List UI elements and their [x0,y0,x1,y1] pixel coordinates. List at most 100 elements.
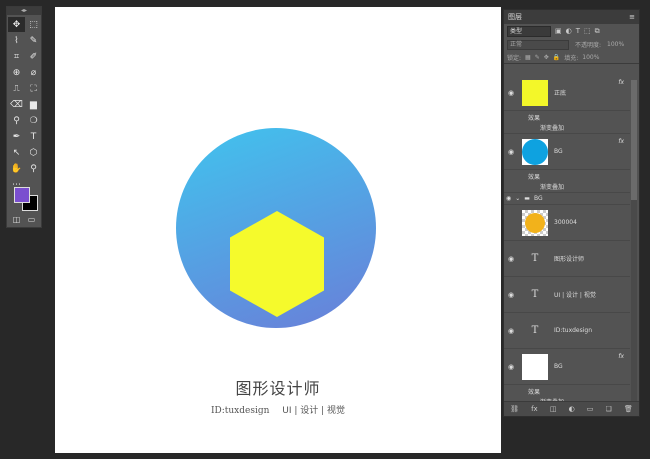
lock-pixels-icon[interactable]: ▦ [525,54,531,61]
dodge-tool-icon[interactable]: ❍ [25,113,42,128]
layer-row[interactable]: ◉ T UI | 设计 | 视觉 [504,277,630,313]
layer-group-row[interactable]: ◉ ⌄ ▬ BG [504,193,630,205]
effect-gradient-overlay[interactable]: 渐变叠加 [540,123,564,132]
layer-row[interactable]: ◉ T ID:tuxdesign [504,313,630,349]
blend-row: 正常 不透明度: 100% [504,38,639,51]
shape-tool-icon[interactable]: ⬡ [25,145,42,160]
layer-filter-row: 类型 ▣ ◐ T ⬚ ⧉ [504,24,639,38]
healing-tool-icon[interactable]: ⊕ [8,65,25,80]
filter-smart-icon[interactable]: ⧉ [595,27,600,36]
group-chevron-icon[interactable]: ⌄ [515,195,520,202]
layer-fx-icon[interactable]: fx [618,353,624,360]
crop-tool-icon[interactable]: ⌗ [8,49,25,64]
color-swatches[interactable] [14,187,38,213]
layer-row[interactable]: ◉ T 图形设计师 [504,241,630,277]
effects-label: 效果 [528,115,541,122]
layer-list: ◉ 正底 fx 效果 渐变叠加 ◉ BG fx 效果 渐变叠加 ◉ ⌄ ▬ BG [504,75,630,408]
path-select-tool-icon[interactable]: ↖ [8,145,25,160]
add-style-icon[interactable]: fx [531,405,538,413]
fill-label: 填充: [564,54,579,62]
adjustment-layer-icon[interactable]: ◐ [569,405,575,413]
layers-scrollbar[interactable] [631,80,637,410]
layers-panel-header: 图层 ≡ [504,10,639,24]
filter-type-icon[interactable]: T [576,27,580,35]
screen-mode-icon[interactable]: ▭ [28,215,36,224]
lock-row: 锁定: ▦ ✎ ✥ 🔒 填充: 100% [504,51,639,64]
layer-name: BG [554,363,563,370]
layer-fx-icon[interactable]: fx [618,79,624,86]
eraser-tool-icon[interactable]: ⌫ [8,97,25,112]
type-tool-icon[interactable]: T [25,129,42,144]
add-mask-icon[interactable]: ◫ [550,405,557,413]
fill-value[interactable]: 100% [582,54,599,61]
group-name: BG [533,195,543,202]
marquee-tool-icon[interactable]: ⬚ [25,17,42,32]
brush-tool-icon[interactable]: ⌀ [25,65,42,80]
visibility-eye-icon[interactable]: ◉ [504,327,518,335]
visibility-eye-icon[interactable]: ◉ [504,89,518,97]
new-layer-icon[interactable]: ❏ [606,405,612,413]
tools-panel-header[interactable]: ◂▸ [7,7,41,15]
layers-footer: ⛓ fx ◫ ◐ ▭ ❏ 🗑 [504,401,639,416]
layer-row[interactable]: 300004 [504,205,630,241]
layer-thumbnail [522,79,548,106]
layer-thumbnail [522,353,548,380]
visibility-eye-icon[interactable]: ◉ [504,363,518,371]
new-group-icon[interactable]: ▭ [587,405,594,413]
delete-layer-icon[interactable]: 🗑 [624,405,633,413]
blur-tool-icon[interactable]: ⚲ [8,113,25,128]
filter-pixel-icon[interactable]: ▣ [555,27,562,35]
blend-mode-select[interactable]: 正常 [507,39,569,50]
layer-fx-icon[interactable]: fx [618,138,624,145]
lock-all-icon[interactable]: 🔒 [553,54,560,61]
lock-move-icon[interactable]: ✥ [544,54,549,61]
text-layer-icon: T [531,253,539,264]
lasso-tool-icon[interactable]: ⌇ [8,33,25,48]
effect-gradient-overlay[interactable]: 渐变叠加 [540,182,564,191]
foreground-color-swatch[interactable] [14,187,30,203]
link-layers-icon[interactable]: ⛓ [510,405,519,413]
panel-menu-icon[interactable]: ≡ [629,13,635,21]
layers-panel: 图层 ≡ 类型 ▣ ◐ T ⬚ ⧉ 正常 不透明度: 100% 锁定: ▦ ✎ … [503,9,640,417]
magic-wand-tool-icon[interactable]: ✎ [25,33,42,48]
filter-shape-icon[interactable]: ⬚ [584,27,591,35]
layer-filter-select[interactable]: 类型 [507,25,551,37]
tool-grid: ✥ ⬚ ⌇ ✎ ⌗ ✐ ⊕ ⌀ ⎍ ⛶ ⌫ ▆ ⚲ ❍ ✒ T ↖ ⬡ ✋ ⚲ … [7,15,41,194]
layer-name: ID:tuxdesign [554,327,593,334]
tools-panel: ◂▸ ✥ ⬚ ⌇ ✎ ⌗ ✐ ⊕ ⌀ ⎍ ⛶ ⌫ ▆ ⚲ ❍ ✒ T ↖ ⬡ ✋… [6,6,42,228]
text-layer-icon: T [531,325,539,336]
visibility-eye-icon[interactable]: ◉ [504,148,518,156]
filter-adjust-icon[interactable]: ◐ [566,27,572,35]
lock-paint-icon[interactable]: ✎ [535,54,540,61]
visibility-eye-icon[interactable]: ◉ [506,195,511,202]
opacity-value[interactable]: 100% [607,41,624,48]
eyedropper-tool-icon[interactable]: ✐ [25,49,42,64]
toolbar-bottom: ◫ ▭ [9,215,39,224]
effects-label: 效果 [528,174,541,181]
lock-label: 锁定: [507,54,522,62]
visibility-eye-icon[interactable]: ◉ [504,291,518,299]
layer-row[interactable]: ◉ BG fx [504,134,630,170]
gradient-tool-icon[interactable]: ▆ [25,97,42,112]
folder-icon: ▬ [524,195,530,202]
layer-name: 正底 [554,90,567,97]
history-brush-tool-icon[interactable]: ⛶ [25,81,42,96]
layer-row[interactable]: ◉ 正底 fx [504,75,630,111]
move-tool-icon[interactable]: ✥ [8,17,25,32]
layers-scrollbar-thumb[interactable] [631,80,637,200]
visibility-eye-icon[interactable]: ◉ [504,255,518,263]
layer-name: BG [554,148,563,155]
opacity-label: 不透明度: [575,42,602,49]
zoom-tool-icon[interactable]: ⚲ [25,161,42,176]
layer-name: UI | 设计 | 视觉 [554,292,596,299]
layer-thumbnail [522,138,548,165]
pen-tool-icon[interactable]: ✒ [8,129,25,144]
layers-tab[interactable]: 图层 [508,12,522,22]
quick-mask-icon[interactable]: ◫ [13,215,21,224]
layer-row[interactable]: ◉ BG fx [504,349,630,385]
stamp-tool-icon[interactable]: ⎍ [8,81,25,96]
hand-tool-icon[interactable]: ✋ [8,161,25,176]
layer-name: 300004 [554,219,577,226]
text-layer-icon: T [531,289,539,300]
document-canvas[interactable]: 图形设计师 ID:tuxdesign UI | 设计 | 视觉 [55,7,501,453]
